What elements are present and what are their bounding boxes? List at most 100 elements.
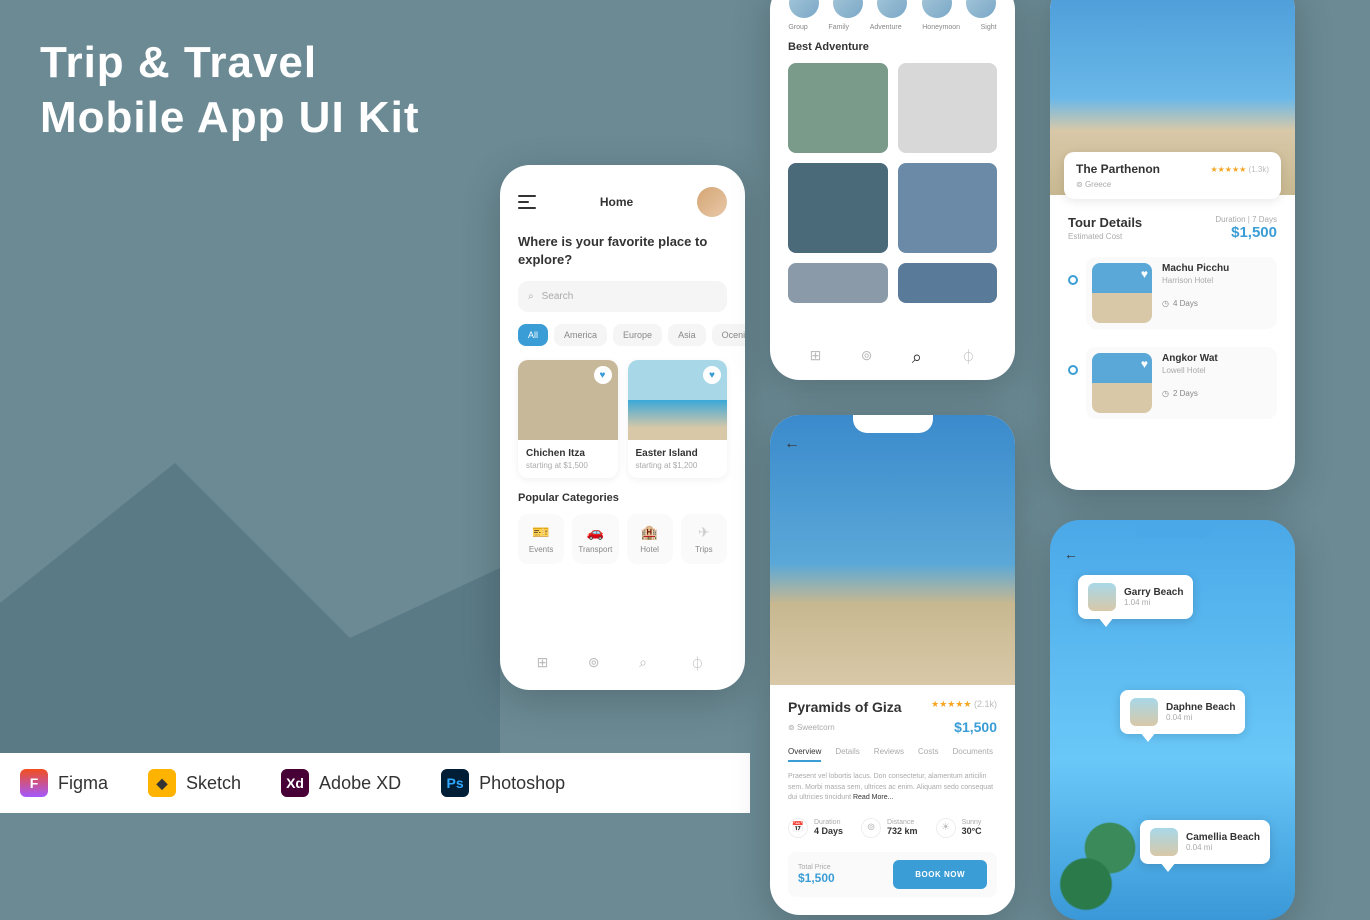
rating-stars: ★★★★★ (1.3k) — [1210, 165, 1269, 174]
map-pin-camellia[interactable]: Camellia Beach0.04 mi — [1140, 820, 1270, 864]
total-price-label: Total Price — [798, 864, 835, 871]
float-location: ⊚ Greece — [1076, 180, 1269, 189]
chip-america[interactable]: America — [554, 324, 607, 346]
card-chichen-itza[interactable]: ♥ Chichen Itza starting at $1,500 — [518, 360, 618, 478]
floating-card[interactable]: The Parthenon ★★★★★ (1.3k) ⊚ Greece — [1064, 152, 1281, 199]
story-sight[interactable] — [966, 0, 996, 18]
chip-all[interactable]: All — [518, 324, 548, 346]
tab-costs[interactable]: Costs — [918, 747, 938, 762]
story-family[interactable] — [833, 0, 863, 18]
tl-subtitle: Harrison Hotel — [1162, 276, 1229, 285]
pin-icon: ⊚ — [861, 818, 881, 838]
card-image: ♥ — [518, 360, 618, 440]
compat-xd: XdAdobe XD — [281, 769, 401, 797]
nav-location-icon[interactable]: ⊚ — [861, 347, 873, 368]
tab-reviews[interactable]: Reviews — [874, 747, 904, 762]
back-icon[interactable]: ← — [1064, 546, 1078, 562]
tour-price: $1,500 — [1215, 224, 1277, 241]
heart-icon[interactable]: ♥ — [1141, 357, 1148, 371]
figma-icon: F — [20, 769, 48, 797]
car-icon: 🚗 — [576, 524, 614, 541]
adventure-tile[interactable] — [898, 163, 998, 253]
book-now-button[interactable]: BOOK NOW — [893, 860, 987, 889]
estimated-cost-label: Estimated Cost — [1068, 232, 1142, 241]
tl-title: Angkor Wat — [1162, 353, 1218, 364]
adventure-tile[interactable] — [788, 63, 888, 153]
nav-profile-icon[interactable]: ⏀ — [690, 654, 708, 672]
best-adventure-label: Best Adventure — [770, 41, 1015, 63]
notch — [853, 415, 933, 433]
tour-details-title: Tour Details — [1068, 215, 1142, 230]
nav-home-icon[interactable]: ⊞ — [810, 347, 822, 368]
avatar[interactable] — [697, 187, 727, 217]
tl-days: ◷4 Days — [1162, 299, 1229, 308]
stats-row: 📅Duration4 Days ⊚Distance732 km ☀Sunny30… — [788, 818, 997, 838]
tab-details[interactable]: Details — [835, 747, 859, 762]
map-pin-garry[interactable]: Garry Beach1.04 mi — [1078, 575, 1193, 619]
hero-title: Trip & Travel Mobile App UI Kit — [40, 35, 420, 145]
heart-icon[interactable]: ♥ — [594, 366, 612, 384]
chip-ocenia[interactable]: Ocenia — [712, 324, 745, 346]
story-labels: Group Family Adventure Honeymoon Sight — [770, 22, 1015, 41]
back-icon[interactable]: ← — [784, 435, 800, 453]
adventure-tile[interactable] — [788, 263, 888, 303]
timeline-item[interactable]: ♥ Machu Picchu Harrison Hotel ◷4 Days — [1086, 257, 1277, 329]
back-icon[interactable]: ← — [1064, 0, 1078, 2]
tl-days: ◷2 Days — [1162, 389, 1218, 398]
compat-sketch: ◆Sketch — [148, 769, 241, 797]
compat-figma: FFigma — [20, 769, 108, 797]
price-label: $1,500 — [954, 719, 997, 735]
hero-line1: Trip & Travel — [40, 35, 420, 90]
booking-footer: Total Price $1,500 BOOK NOW — [788, 852, 997, 897]
nav-search-icon[interactable]: ⌕ — [912, 347, 922, 368]
timeline-dot-icon — [1068, 275, 1078, 285]
story-adventure[interactable] — [877, 0, 907, 18]
heart-icon[interactable]: ♥ — [703, 366, 721, 384]
pin-image — [1088, 583, 1116, 611]
cat-transport[interactable]: 🚗Transport — [572, 514, 618, 564]
timeline-image: ♥ — [1092, 263, 1152, 323]
calendar-icon: 📅 — [788, 818, 808, 838]
phone-adventure: Group Family Adventure Honeymoon Sight B… — [770, 0, 1015, 380]
stat-distance: ⊚Distance732 km — [861, 818, 918, 838]
tab-documents[interactable]: Documents — [952, 747, 992, 762]
cat-hotel[interactable]: 🏨Hotel — [627, 514, 673, 564]
destination-cards: ♥ Chichen Itza starting at $1,500 ♥ East… — [500, 360, 745, 492]
hero-pyramids: ← The Parthenon ★★★★★ (1.3k) ⊚ Greece — [1050, 0, 1295, 195]
card-easter-island[interactable]: ♥ Easter Island starting at $1,200 — [628, 360, 728, 478]
sun-icon: ☀ — [936, 818, 956, 838]
chip-asia[interactable]: Asia — [668, 324, 706, 346]
menu-icon[interactable] — [518, 195, 536, 209]
clock-icon: ◷ — [1162, 389, 1169, 398]
nav-search-icon[interactable]: ⌕ — [639, 654, 657, 672]
plane-icon: ✈ — [685, 524, 723, 541]
tl-title: Machu Picchu — [1162, 263, 1229, 274]
chip-europe[interactable]: Europe — [613, 324, 662, 346]
adventure-tile[interactable] — [898, 63, 998, 153]
bottom-nav: ⊞ ⊚ ⌕ ⏀ — [770, 347, 1015, 368]
timeline: ♥ Machu Picchu Harrison Hotel ◷4 Days ♥ … — [1068, 257, 1277, 419]
nav-home-icon[interactable]: ⊞ — [537, 654, 555, 672]
read-more-link[interactable]: Read More... — [853, 794, 893, 801]
phone-home: Home Where is your favorite place to exp… — [500, 165, 745, 690]
story-honeymoon[interactable] — [922, 0, 952, 18]
description: Praesent vel lobortis lacus. Don consect… — [788, 772, 997, 804]
adventure-tile[interactable] — [898, 263, 998, 303]
story-group[interactable] — [789, 0, 819, 18]
sketch-icon: ◆ — [148, 769, 176, 797]
nav-profile-icon[interactable]: ⏀ — [961, 347, 975, 368]
tab-overview[interactable]: Overview — [788, 747, 821, 762]
bottom-nav: ⊞ ⊚ ⌕ ⏀ — [500, 646, 745, 680]
timeline-item[interactable]: ♥ Angkor Wat Lowell Hotel ◷2 Days — [1086, 347, 1277, 419]
popular-categories-label: Popular Categories — [500, 492, 745, 514]
ps-icon: Ps — [441, 769, 469, 797]
map-pin-daphne[interactable]: Daphne Beach0.04 mi — [1120, 690, 1245, 734]
cat-events[interactable]: 🎫Events — [518, 514, 564, 564]
story-avatars — [770, 0, 1015, 22]
search-placeholder: Search — [542, 291, 574, 302]
heart-icon[interactable]: ♥ — [1141, 267, 1148, 281]
nav-location-icon[interactable]: ⊚ — [588, 654, 606, 672]
cat-trips[interactable]: ✈Trips — [681, 514, 727, 564]
adventure-tile[interactable] — [788, 163, 888, 253]
search-input[interactable]: ⌕ Search — [518, 281, 727, 312]
